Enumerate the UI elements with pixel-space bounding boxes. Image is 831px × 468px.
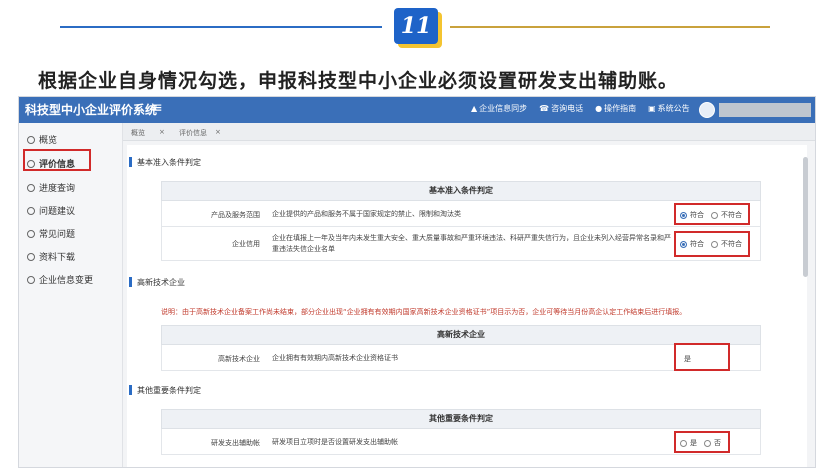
circle-icon — [27, 135, 35, 144]
table-row: 高新技术企业 企业拥有有效期内高新技术企业资格证书 是 — [161, 343, 761, 371]
circle-icon — [27, 275, 35, 284]
triangle-icon: ▲ — [471, 104, 478, 113]
top-bar: 科技型中小企业评价系统 ≡ ▲ 企业信息同步 ☎ 咨询电话 ● 操作指南 ▣ 系统公告 — [19, 97, 815, 123]
app-title: 科技型中小企业评价系统 — [25, 103, 158, 117]
nav-phone[interactable]: ☎ 咨询电话 — [539, 103, 583, 114]
table-header-other: 其他重要条件判定 — [161, 409, 761, 429]
nav-notice[interactable]: ▣ 系统公告 — [648, 103, 690, 114]
top-nav: ▲ 企业信息同步 ☎ 咨询电话 ● 操作指南 ▣ 系统公告 — [471, 103, 690, 114]
sidebar-item-company-change[interactable]: 企业信息变更 — [27, 273, 93, 286]
row-label: 研发支出辅助帐 — [211, 439, 260, 447]
table-header-hightech: 高新技术企业 — [161, 325, 761, 345]
step-number-badge: 11 — [394, 8, 438, 44]
row-text: 研发项目立项时是否设置研发支出辅助帐 — [272, 438, 398, 446]
decorative-line-left — [60, 26, 382, 28]
screenshot-root: 11 根据企业自身情况勾选，申报科技型中小企业必须设置研发支出辅助账。 科技型中… — [0, 0, 831, 468]
nav-sync[interactable]: ▲ 企业信息同步 — [471, 103, 527, 114]
row-label: 产品及服务范围 — [211, 211, 260, 219]
tab-overview[interactable]: 概览 — [131, 128, 145, 138]
section-title-basic: 基本准入条件判定 — [129, 157, 201, 167]
notice-text: 说明：由于高新技术企业备案工作尚未结束，部分企业出现“企业拥有有效期内国家高新技… — [161, 308, 687, 316]
tab-close-icon[interactable]: × — [215, 128, 221, 136]
table-header-basic: 基本准入条件判定 — [161, 181, 761, 201]
highlight-box — [674, 343, 730, 371]
user-name-redacted — [719, 103, 811, 117]
notice-icon: ▣ — [648, 104, 656, 113]
highlight-box — [674, 431, 730, 453]
table-row: 产品及服务范围 企业提供的产品和服务不属于国家规定的禁止、限制和淘汰类 符合 不… — [161, 201, 761, 227]
row-text: 企业在填报上一年及当年内未发生重大安全、重大质量事故和严重环境违法、科研严重失信… — [272, 234, 671, 253]
section-title-hightech: 高新技术企业 — [129, 277, 185, 287]
circle-icon — [27, 229, 35, 238]
table-row: 企业信用 企业在填报上一年及当年内未发生重大安全、重大质量事故和严重环境违法、科… — [161, 227, 761, 261]
section-title-other: 其他重要条件判定 — [129, 385, 201, 395]
sidebar-item-progress[interactable]: 进度查询 — [27, 181, 75, 194]
guide-icon: ● — [595, 104, 603, 113]
circle-icon — [27, 252, 35, 261]
highlight-box — [674, 231, 750, 257]
nav-guide[interactable]: ● 操作指南 — [595, 103, 636, 114]
row-text: 企业提供的产品和服务不属于国家规定的禁止、限制和淘汰类 — [272, 210, 461, 218]
table-row: 研发支出辅助帐 研发项目立项时是否设置研发支出辅助帐 是 否 — [161, 429, 761, 455]
sidebar: 概览 评价信息 进度查询 问题建议 常见问题 资料下载 企业信息变更 — [19, 123, 123, 467]
sidebar-item-faq[interactable]: 常见问题 — [27, 227, 75, 240]
phone-icon: ☎ — [539, 104, 550, 113]
row-text: 企业拥有有效期内高新技术企业资格证书 — [272, 354, 398, 362]
tab-bar: 概览 × 评价信息 × — [123, 123, 815, 141]
sidebar-item-feedback[interactable]: 问题建议 — [27, 204, 75, 217]
tab-evaluation[interactable]: 评价信息 — [179, 128, 207, 138]
circle-icon — [27, 206, 35, 215]
circle-icon — [27, 183, 35, 192]
instruction-headline: 根据企业自身情况勾选，申报科技型中小企业必须设置研发支出辅助账。 — [38, 70, 679, 92]
sidebar-item-overview[interactable]: 概览 — [27, 133, 57, 146]
scrollbar[interactable] — [803, 157, 808, 277]
app-window: 科技型中小企业评价系统 ≡ ▲ 企业信息同步 ☎ 咨询电话 ● 操作指南 ▣ 系统公告 … — [18, 96, 816, 468]
avatar[interactable] — [699, 102, 715, 118]
sidebar-item-downloads[interactable]: 资料下载 — [27, 250, 75, 263]
tab-close-icon[interactable]: × — [159, 128, 165, 136]
highlight-box — [674, 203, 750, 225]
row-label: 企业信用 — [232, 240, 260, 248]
row-label: 高新技术企业 — [218, 355, 260, 363]
decorative-line-right — [450, 26, 770, 28]
main-content: 基本准入条件判定 基本准入条件判定 产品及服务范围 企业提供的产品和服务不属于国… — [127, 145, 807, 467]
highlight-box-sidebar — [23, 149, 91, 171]
menu-toggle-icon[interactable]: ≡ — [151, 100, 163, 116]
